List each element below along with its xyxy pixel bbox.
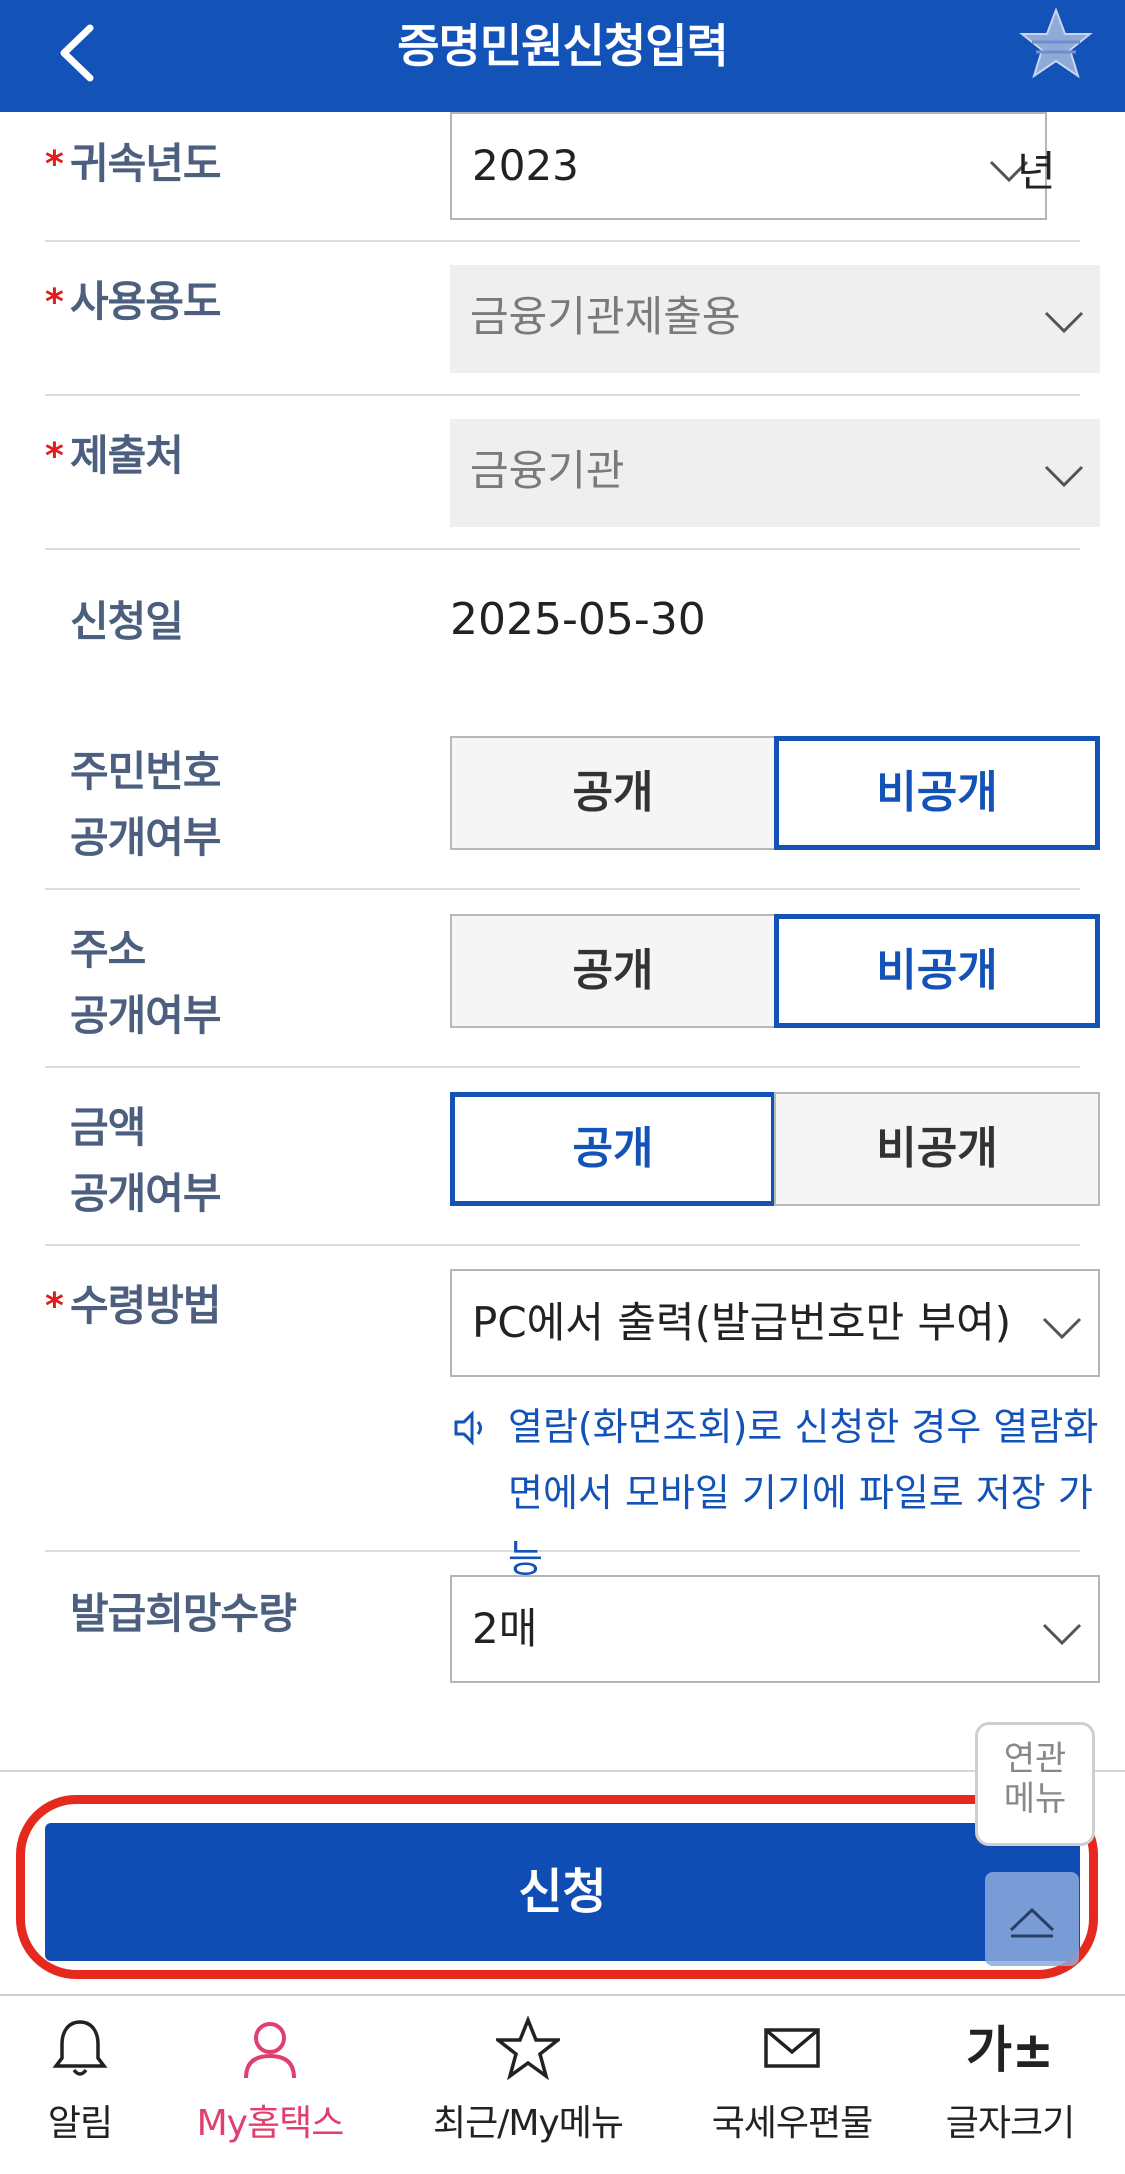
year-select[interactable]: 2023 <box>450 112 1047 220</box>
rrn-disclosure-row: 주민번호 공개여부 공개 비공개 <box>45 700 1100 890</box>
address-disclosure-row: 주소 공개여부 공개 비공개 <box>45 890 1100 1068</box>
amount-disclosure-label-line1: 금액 <box>70 1103 146 1152</box>
star-icon[interactable] <box>1018 6 1094 82</box>
receive-method-note-line1: 열람(화면조회)로 신청한 경우 열람화 <box>508 1405 1099 1449</box>
required-mark: * <box>45 144 64 185</box>
receive-method-note: 열람(화면조회)로 신청한 경우 열람화 면에서 모바일 기기에 파일로 저장 … <box>450 1394 1110 1581</box>
rrn-disclosure-label-line2: 공개여부 <box>70 813 222 862</box>
year-suffix: 년 <box>1017 147 1056 196</box>
chevron-down-icon <box>1044 311 1084 334</box>
rrn-private-option[interactable]: 비공개 <box>774 736 1100 850</box>
apply-date-row: 신청일 2025-05-30 <box>45 550 1080 700</box>
required-mark: * <box>45 282 64 323</box>
scroll-top-button[interactable] <box>985 1872 1079 1966</box>
bottom-tab-bar: 알림 My홈택스 최근/My메뉴 국세우편물 가± 글자크기 <box>0 1994 1125 2174</box>
receive-method-label: 수령방법 <box>70 1281 222 1330</box>
tab-label: 최근/My메뉴 <box>433 2103 624 2144</box>
tab-tax-mail[interactable]: 국세우편물 <box>682 2016 902 2156</box>
page-title: 증명민원신청입력 <box>397 19 729 73</box>
address-private-option[interactable]: 비공개 <box>774 914 1100 1028</box>
tab-font-size[interactable]: 가± 글자크기 <box>900 2016 1120 2156</box>
amount-disclosure-toggle: 공개 비공개 <box>450 1092 1100 1206</box>
address-public-option[interactable]: 공개 <box>450 914 776 1028</box>
tab-label: My홈택스 <box>196 2103 345 2144</box>
app-header: 증명민원신청입력 <box>0 0 1125 112</box>
quantity-select[interactable]: 2매 <box>450 1575 1100 1683</box>
amount-disclosure-label-line2: 공개여부 <box>70 1169 222 1218</box>
related-menu-label-line1: 연관 <box>1003 1739 1067 1779</box>
amount-disclosure-row: 금액 공개여부 공개 비공개 <box>45 1068 1100 1246</box>
address-disclosure-label-line1: 주소 <box>70 925 146 974</box>
rrn-disclosure-toggle: 공개 비공개 <box>450 736 1100 850</box>
user-icon <box>244 2022 296 2079</box>
receive-method-row: * 수령방법 PC에서 출력(발급번호만 부여) 열람(화면조회)로 신청한 경… <box>45 1246 1100 1581</box>
receive-method-value: PC에서 출력(발급번호만 부여) <box>472 1298 1012 1347</box>
recipient-select: 금융기관 <box>450 419 1100 527</box>
footer-divider <box>0 1770 1125 1772</box>
tab-recent-my-menu[interactable]: 최근/My메뉴 <box>418 2016 638 2156</box>
quantity-row: 발급희망수량 2매 <box>45 1552 1100 1712</box>
chevron-down-icon <box>1042 1623 1082 1646</box>
apply-date-label: 신청일 <box>70 597 184 646</box>
required-mark: * <box>45 1286 64 1327</box>
chevron-down-icon <box>1044 465 1084 488</box>
font-size-icon: 가± <box>966 2021 1054 2079</box>
amount-public-option[interactable]: 공개 <box>450 1092 776 1206</box>
speaker-icon <box>454 1410 482 1446</box>
required-mark: * <box>45 436 64 477</box>
related-menu-button[interactable]: 연관 메뉴 <box>975 1722 1095 1846</box>
address-disclosure-label-line2: 공개여부 <box>70 991 222 1040</box>
year-label: 귀속년도 <box>70 139 222 188</box>
usage-label: 사용용도 <box>70 277 222 326</box>
related-menu-label-line2: 메뉴 <box>1003 1779 1067 1819</box>
year-value: 2023 <box>472 141 579 190</box>
usage-row: * 사용용도 금융기관제출용 <box>45 242 1100 396</box>
recipient-value: 금융기관 <box>470 446 625 495</box>
recipient-label: 제출처 <box>70 431 184 480</box>
envelope-icon <box>764 2028 820 2068</box>
bell-icon <box>52 2020 108 2076</box>
receive-method-select[interactable]: PC에서 출력(발급번호만 부여) <box>450 1269 1100 1377</box>
usage-value: 금융기관제출용 <box>470 292 741 341</box>
tab-label: 글자크기 <box>945 2103 1075 2144</box>
quantity-label: 발급희망수량 <box>70 1589 297 1638</box>
recipient-row: * 제출처 금융기관 <box>45 396 1100 550</box>
star-outline-icon <box>496 2016 560 2080</box>
submit-button[interactable]: 신청 <box>45 1823 1080 1961</box>
chevron-down-icon <box>1042 1317 1082 1340</box>
rrn-public-option[interactable]: 공개 <box>450 736 776 850</box>
amount-private-option[interactable]: 비공개 <box>774 1092 1100 1206</box>
quantity-value: 2매 <box>472 1604 538 1653</box>
usage-select: 금융기관제출용 <box>450 265 1100 373</box>
tab-label: 국세우편물 <box>711 2103 874 2144</box>
address-disclosure-toggle: 공개 비공개 <box>450 914 1100 1028</box>
rrn-disclosure-label-line1: 주민번호 <box>70 747 222 796</box>
chevron-up-icon <box>1009 1907 1055 1938</box>
apply-date-value: 2025-05-30 <box>450 594 706 645</box>
year-row: * 귀속년도 2023 년 <box>45 112 1080 242</box>
tab-my-hometax[interactable]: My홈택스 <box>160 2016 380 2156</box>
